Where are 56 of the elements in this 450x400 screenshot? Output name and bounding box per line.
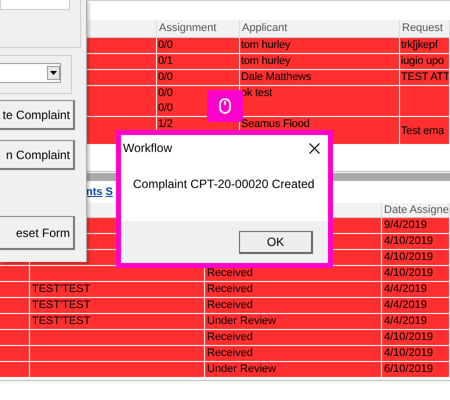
table-cell [0, 266, 30, 282]
table-cell: 4/10/2019 [382, 250, 450, 266]
table-cell: iugio upo [400, 54, 450, 70]
table-cell: Dale Matthews [240, 70, 400, 86]
column-header[interactable]: Applicant [240, 20, 400, 38]
table-cell: 4/10/2019 [382, 266, 450, 282]
table-cell: Received [205, 298, 382, 314]
table-cell: Test ema [400, 117, 450, 145]
table-cell: Under Review [205, 362, 382, 378]
table-cell [87, 38, 157, 54]
form-button[interactable]: eset Form [0, 216, 75, 250]
table-cell: Received [205, 266, 382, 282]
table-cell [0, 330, 30, 346]
column-header[interactable]: Assignment [157, 20, 240, 38]
table-cell: TEST'TEST [30, 282, 205, 298]
table-cell [400, 86, 450, 117]
link[interactable]: nts [86, 186, 102, 201]
ok-button[interactable]: OK [239, 230, 313, 254]
form-button[interactable]: te Complaint [0, 100, 75, 130]
column-header[interactable] [87, 20, 157, 38]
form-button[interactable]: n Complaint [0, 140, 75, 170]
table-cell: Received [205, 282, 382, 298]
table-cell: 4/10/2019 [382, 234, 450, 250]
table-cell: 9/4/2019 [382, 218, 450, 234]
dialog-message: Complaint CPT-20-00020 Created [133, 177, 314, 191]
table-cell: TEST'TEST [30, 314, 205, 330]
table-cell: Received [205, 346, 382, 362]
table-cell: 4/4/2019 [382, 282, 450, 298]
dropdown-field[interactable] [0, 63, 61, 83]
table-cell [87, 86, 157, 117]
table-cell [0, 346, 30, 362]
table-cell: 0/0 [157, 38, 240, 54]
table-cell: TEST'TEST [30, 298, 205, 314]
table-cell: 0/1 [157, 54, 240, 70]
table-cell: Received [205, 330, 382, 346]
table-cell: 0/0 [157, 70, 240, 86]
combo-field[interactable] [0, 0, 70, 10]
table-cell: 4/4/2019 [382, 298, 450, 314]
table-cell: tom hurley [240, 38, 400, 54]
mouse-icon [219, 98, 231, 114]
table-cell [0, 282, 30, 298]
column-header[interactable]: Request [400, 20, 450, 38]
table-cell: tom hurley [240, 54, 400, 70]
table-cell: Under Review [205, 314, 382, 330]
table-cell [0, 298, 30, 314]
table-cell: 4/10/2019 [382, 346, 450, 362]
table-cell: trk[jkepf [400, 38, 450, 54]
column-header[interactable]: Date Assigne [382, 203, 450, 218]
table-cell [0, 314, 30, 330]
link[interactable]: S [106, 186, 113, 201]
table-cell [87, 70, 157, 86]
table-cell: 4/4/2019 [382, 314, 450, 330]
close-icon[interactable] [309, 142, 320, 154]
table-cell: 6/10/2019 [382, 362, 450, 378]
table-cell [87, 54, 157, 70]
table-cell: 4/10/2019 [382, 330, 450, 346]
